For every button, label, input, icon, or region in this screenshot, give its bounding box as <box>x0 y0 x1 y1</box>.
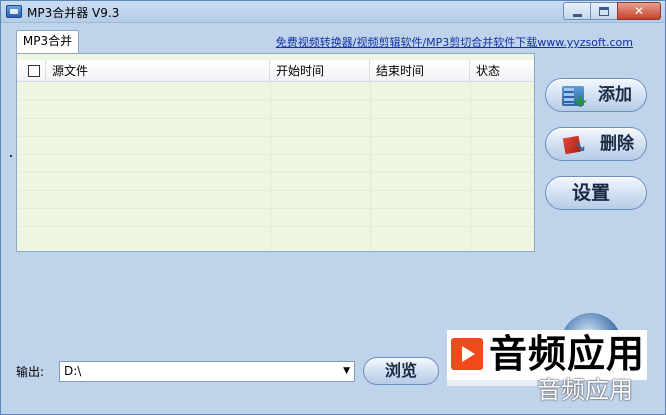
minimize-button[interactable] <box>563 2 590 20</box>
minimize-icon <box>573 14 582 17</box>
select-all-checkbox[interactable] <box>28 65 40 77</box>
film-add-icon: + <box>562 86 588 111</box>
title-bar[interactable]: MP3合并器 V9.3 ✕ <box>1 1 665 23</box>
watermark-box: 音频应用 <box>447 330 647 380</box>
play-icon <box>451 338 483 370</box>
grid-line <box>17 100 534 101</box>
col-status[interactable]: 状态 <box>470 60 534 82</box>
close-icon: ✕ <box>633 4 645 18</box>
settings-button[interactable]: 设置 <box>545 176 647 210</box>
maximize-icon <box>599 7 609 16</box>
close-button[interactable]: ✕ <box>617 2 661 20</box>
col-end-time[interactable]: 结束时间 <box>370 60 470 82</box>
tab-mp3-merge[interactable]: MP3合并 <box>16 30 79 53</box>
file-table[interactable]: 源文件 开始时间 结束时间 状态 <box>16 53 535 252</box>
col-source-file[interactable]: 源文件 <box>46 60 270 82</box>
watermark-subtitle: 音频应用 <box>537 376 633 404</box>
delete-button[interactable]: ↘ 删除 <box>545 127 647 161</box>
grid-line <box>17 118 534 119</box>
grid-line <box>17 226 534 227</box>
window-controls: ✕ <box>563 2 661 20</box>
grid-line <box>17 154 534 155</box>
grid-line <box>17 190 534 191</box>
watermark-bar <box>447 380 537 386</box>
col-start-time[interactable]: 开始时间 <box>270 60 370 82</box>
watermark-title: 音频应用 <box>489 332 646 376</box>
output-path-value: D:\ <box>64 364 82 378</box>
output-path-select[interactable]: D:\ ▼ <box>59 361 355 382</box>
grid-line <box>17 208 534 209</box>
delete-button-label: 删除 <box>600 134 634 154</box>
maximize-button[interactable] <box>590 2 617 20</box>
add-button[interactable]: + 添加 <box>545 78 647 112</box>
add-button-label: 添加 <box>598 85 632 105</box>
output-label: 输出: <box>16 365 45 379</box>
download-link[interactable]: 免费视频转换器/视频剪辑软件/MP3剪切合并软件下载www.yyzsoft.co… <box>276 34 633 50</box>
settings-button-label: 设置 <box>572 182 611 204</box>
app-window: MP3合并器 V9.3 ✕ MP3合并 免费视频转换器/视频剪辑软件/MP3剪切… <box>0 0 666 415</box>
chevron-down-icon[interactable]: ▼ <box>343 362 350 381</box>
grid-line <box>17 136 534 137</box>
side-marker <box>10 155 12 157</box>
table-header: 源文件 开始时间 结束时间 状态 <box>17 60 534 82</box>
delete-file-icon: ↘ <box>562 134 586 156</box>
grid-line <box>17 172 534 173</box>
app-icon <box>6 5 22 18</box>
window-title: MP3合并器 V9.3 <box>27 6 120 20</box>
browse-button[interactable]: 浏览 <box>363 357 439 385</box>
select-all-cell <box>17 60 46 82</box>
